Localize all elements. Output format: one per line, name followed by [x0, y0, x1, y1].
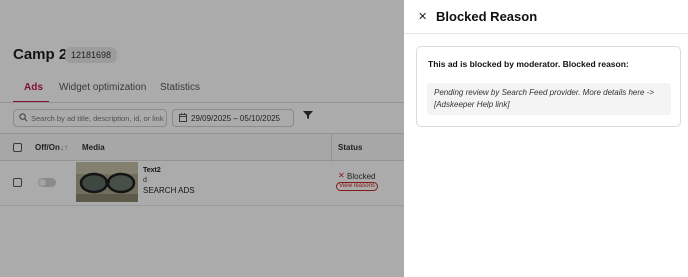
- reason-card-title: This ad is blocked by moderator. Blocked…: [428, 59, 629, 69]
- blocked-reason-text: Pending review by Search Feed provider. …: [434, 88, 655, 109]
- reason-box: Pending review by Search Feed provider. …: [427, 83, 671, 115]
- reason-card: This ad is blocked by moderator. Blocked…: [416, 46, 681, 127]
- panel-title: Blocked Reason: [436, 9, 538, 24]
- modal-overlay[interactable]: [0, 0, 404, 277]
- panel-divider: [404, 33, 688, 34]
- blocked-reason-panel: [404, 0, 688, 277]
- close-icon[interactable]: ✕: [418, 10, 427, 23]
